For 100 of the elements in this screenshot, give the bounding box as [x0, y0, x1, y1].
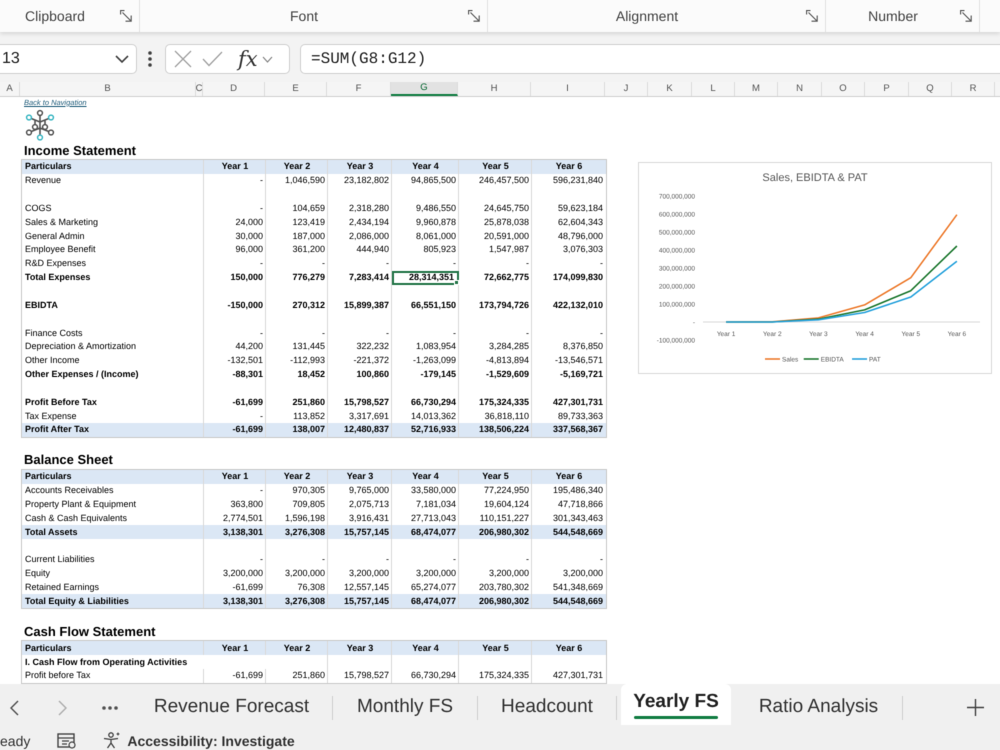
table-cell-text: -112,993: [289, 354, 326, 368]
row-label: Current Liabilities: [24, 553, 96, 566]
table-cell-text: -61,699: [231, 581, 264, 594]
column-header: Year 4: [392, 160, 459, 174]
column-header[interactable]: B: [20, 82, 196, 96]
column-header: Year 4: [392, 641, 459, 656]
column-header: Year 3: [328, 470, 392, 484]
table-cell-text: 150,000: [229, 271, 264, 284]
column-header[interactable]: I: [531, 82, 605, 96]
column-header[interactable]: E: [265, 82, 327, 96]
column-header[interactable]: Q: [909, 82, 952, 96]
column-header[interactable]: H: [458, 82, 531, 96]
accessibility-status[interactable]: Accessibility: Investigate: [127, 734, 295, 748]
table-cell: 68,474,077: [392, 594, 459, 608]
column-header[interactable]: D: [203, 82, 265, 96]
plus-icon[interactable]: [967, 699, 984, 716]
section-title: Cash Flow Statement: [24, 624, 156, 638]
formula-field[interactable]: =SUM(G8:G12): [300, 44, 1000, 74]
table-cell-text: 427,301,731: [552, 669, 604, 682]
sheet-tab[interactable]: Monthly FS: [333, 684, 477, 731]
sheet-tab[interactable]: Revenue Forecast: [131, 684, 332, 731]
column-header[interactable]: A: [0, 82, 20, 96]
chevron-down-icon[interactable]: [115, 55, 129, 63]
ribbon-group-label: Number: [867, 6, 919, 26]
table-cell-text: 30,000: [234, 230, 264, 243]
column-header[interactable]: K: [648, 82, 692, 96]
table-cell-text: 59,623,184: [556, 202, 604, 215]
table-cell-text: -: [259, 410, 264, 423]
column-header[interactable]: G: [391, 82, 458, 96]
table-cell-text: -13,546,571: [554, 354, 604, 368]
table-cell-text: 3,200,000: [222, 567, 264, 580]
table-cell-text: 3,076,303: [562, 243, 604, 256]
table-cell-text: 970,305: [291, 484, 326, 498]
dialog-launcher-icon[interactable]: [468, 10, 480, 22]
table-cell-text: 3,284,285: [488, 340, 530, 354]
table-cell-text: -: [525, 257, 530, 270]
row-label: Profit After Tax: [22, 423, 204, 437]
row-label: EBIDTA: [24, 298, 59, 312]
table-cell-text: -150,000: [226, 298, 264, 312]
table-cell-text: 322,232: [355, 340, 390, 354]
sheet-tab[interactable]: Yearly FS: [621, 684, 731, 725]
column-header: Year 3: [328, 160, 392, 174]
column-header[interactable]: L: [692, 82, 735, 96]
chart-title: Sales, EBIDTA & PAT: [762, 172, 868, 184]
dialog-launcher-icon[interactable]: [960, 10, 972, 22]
table-cell: 15,757,145: [328, 594, 392, 608]
column-header: Year 5: [459, 641, 532, 656]
table-cell-text: 541,348,669: [552, 581, 604, 594]
table-cell-text: -61,699: [231, 396, 264, 409]
column-header: Year 2: [266, 470, 328, 484]
fill-handle-icon[interactable]: [454, 280, 459, 285]
more-icon[interactable]: [102, 706, 118, 710]
table-cell-text: -5,169,721: [558, 368, 604, 382]
column-header[interactable]: R: [952, 82, 995, 96]
column-header: Year 2: [266, 160, 328, 174]
column-header[interactable]: P: [865, 82, 909, 96]
column-header[interactable]: M: [735, 82, 778, 96]
sheet-tab[interactable]: Headcount: [478, 684, 616, 731]
document-icon[interactable]: [57, 732, 78, 748]
table-cell-text: -: [599, 257, 604, 270]
table-cell-text: 24,000: [234, 216, 264, 229]
row-label: Tax Expense: [24, 410, 78, 423]
row-label: Retained Earnings: [24, 581, 100, 594]
table-cell-text: 709,805: [291, 498, 326, 511]
checkmark-icon[interactable]: [202, 51, 223, 67]
column-header[interactable]: C: [196, 82, 203, 96]
dialog-launcher-icon[interactable]: [120, 10, 132, 22]
accessibility-icon[interactable]: [102, 732, 122, 749]
table-cell-text: 2,318,280: [348, 202, 390, 215]
table-cell-text: 203,780,302: [478, 581, 530, 594]
row-label: R&D Expenses: [24, 257, 88, 270]
table-cell-text: 427,301,731: [552, 396, 604, 409]
sheet-tab[interactable]: Ratio Analysis: [735, 684, 902, 731]
table-cell-text: -: [259, 257, 264, 270]
column-header: Year 1: [204, 641, 266, 656]
column-header[interactable]: J: [605, 82, 648, 96]
table-cell: 138,506,224: [459, 423, 532, 437]
table-cell: 3,138,301: [204, 525, 266, 540]
column-header[interactable]: O: [822, 82, 865, 96]
chevron-left-icon[interactable]: [10, 700, 18, 716]
table-cell: 206,980,302: [459, 594, 532, 608]
table-cell-text: -88,301: [231, 368, 264, 382]
selected-cell[interactable]: 28,314,351: [392, 270, 459, 285]
insert-function-button[interactable]: fx: [238, 48, 258, 70]
table-cell-text: 187,000: [291, 230, 326, 243]
row-label: Accounts Receivables: [24, 484, 115, 498]
column-header: Year 3: [328, 641, 392, 656]
table-cell-text: -1,263,099: [412, 354, 457, 368]
dialog-launcher-icon[interactable]: [806, 10, 818, 22]
table-cell-text: 3,200,000: [414, 567, 457, 580]
table-cell-text: -: [385, 553, 390, 566]
more-options-icon[interactable]: [148, 51, 152, 67]
table-cell-text: 25,878,038: [482, 216, 530, 229]
column-header[interactable]: N: [778, 82, 822, 96]
column-header: Year 1: [204, 470, 266, 484]
name-box[interactable]: 13: [0, 44, 137, 74]
column-header: Year 5: [459, 470, 532, 484]
table-cell-text: 62,604,343: [556, 216, 604, 229]
table-cell-text: 66,730,294: [410, 669, 457, 682]
row-label: Property Plant & Equipment: [24, 498, 138, 511]
